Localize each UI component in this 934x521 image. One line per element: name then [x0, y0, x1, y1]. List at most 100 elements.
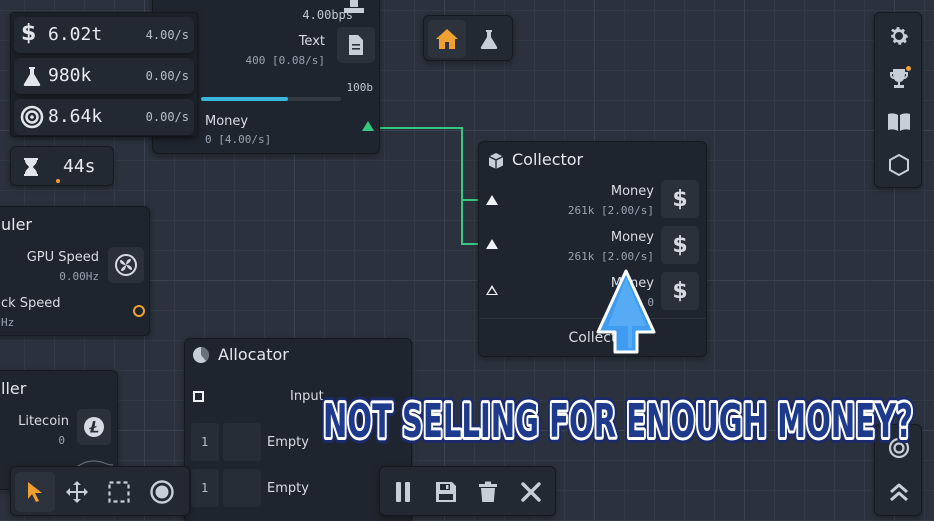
gpu-speed-sub: 0.00Hz: [59, 270, 99, 283]
fan-icon: [115, 254, 137, 276]
connection-wire: [461, 127, 463, 244]
input-port-1[interactable]: [486, 195, 498, 205]
connection-wire: [380, 127, 463, 129]
timer-indicator: [56, 179, 60, 183]
progress-bar: [201, 97, 341, 101]
research-rate: 0.00/s: [145, 69, 189, 83]
hourglass-icon: [23, 157, 39, 181]
save-button[interactable]: [426, 472, 466, 512]
view-toolbar: [423, 15, 513, 61]
gear-icon: [891, 27, 909, 45]
input-port-square[interactable]: [193, 391, 204, 402]
litecoin-button[interactable]: [77, 409, 111, 445]
timer-panel: 44s: [10, 146, 114, 186]
move-tool-button[interactable]: [57, 472, 97, 512]
slot-box[interactable]: [223, 423, 261, 461]
litecoin-icon: [84, 417, 104, 437]
promo-banner: NOT SELLING FOR ENOUGH MONEY? NOT SELLIN…: [317, 388, 919, 454]
document-button[interactable]: [337, 27, 375, 63]
money-output-sub: 0 [4.00/s]: [205, 133, 272, 146]
box-icon: [487, 152, 505, 174]
dollar-icon: $: [672, 232, 688, 258]
home-button[interactable]: [428, 20, 466, 58]
output-port[interactable]: [362, 121, 374, 131]
side-toolbar: [874, 12, 922, 188]
ring-icon: [150, 480, 174, 504]
pause-button[interactable]: [383, 472, 423, 512]
select-tool-button[interactable]: [15, 472, 55, 512]
dollar-icon: $: [672, 278, 688, 304]
collector-title: Collector: [512, 150, 584, 169]
gpu-button[interactable]: [108, 247, 144, 283]
size-label: 100b: [346, 81, 374, 94]
collector-row-sub: 261k [2.00/s]: [567, 204, 654, 217]
notification-dot: [906, 66, 911, 71]
dollar-icon: $: [672, 186, 688, 212]
progress-fill: [201, 97, 288, 101]
lab-button[interactable]: [470, 20, 508, 58]
sell-button[interactable]: $: [661, 272, 699, 310]
action-toolbar: [379, 466, 556, 516]
marquee-select-icon: [108, 481, 130, 503]
home-icon: [436, 29, 458, 49]
target-rate: 0.00/s: [145, 110, 189, 124]
close-button[interactable]: [511, 472, 551, 512]
collector-node[interactable]: Collector Money 261k [2.00/s] $ Money 26…: [478, 141, 707, 357]
money-rate: 4.00/s: [145, 28, 189, 42]
marquee-tool-button[interactable]: [99, 472, 139, 512]
miner-title: ller: [1, 379, 27, 398]
clock-speed-sub: Hz: [1, 316, 15, 329]
cursor-icon: [28, 482, 42, 502]
stamp-icon: [341, 0, 367, 21]
collect-button[interactable]: Collect: [479, 318, 706, 356]
money-output-label: Money: [205, 114, 249, 129]
allocator-row: 1 Empty: [191, 469, 407, 507]
prestige-button[interactable]: [880, 146, 918, 184]
collector-row-label: Money: [610, 184, 654, 199]
input-port-2[interactable]: [486, 239, 498, 249]
settings-button[interactable]: [880, 17, 918, 55]
delete-button[interactable]: [468, 472, 508, 512]
arrow-up-icon: [596, 269, 656, 354]
trash-icon: [479, 481, 497, 502]
money-value: 6.02t: [48, 24, 103, 45]
litecoin-label: Litecoin: [18, 414, 69, 429]
slot-box[interactable]: [223, 469, 261, 507]
flask-icon: [480, 30, 498, 49]
resource-row-target: 8.64k 0.00/s: [14, 99, 194, 135]
guide-button[interactable]: [880, 103, 918, 141]
flask-icon: [21, 65, 43, 91]
resource-row-research: 980k 0.00/s: [14, 58, 194, 94]
promo-banner-text: NOT SELLING FOR ENOUGH MONEY?: [323, 394, 913, 448]
litecoin-sub: 0: [58, 434, 65, 447]
sell-button[interactable]: $: [661, 180, 699, 218]
clock-port[interactable]: [133, 305, 145, 317]
move-icon: [66, 481, 88, 503]
gpu-speed-label: GPU Speed: [26, 250, 99, 265]
achievements-button[interactable]: [880, 60, 918, 98]
close-icon: [521, 482, 541, 502]
allocator-row-count: 1: [201, 435, 209, 449]
document-icon: [349, 35, 363, 55]
scheduler-title: uler: [1, 215, 33, 234]
allocator-row-label: Empty: [267, 481, 309, 496]
clock-speed-label: ck Speed: [1, 296, 61, 311]
target-icon: [20, 105, 44, 133]
research-value: 980k: [48, 65, 92, 86]
text-sub: 400 [0.08/s]: [245, 54, 325, 67]
circle-tool-button[interactable]: [142, 472, 182, 512]
collector-row-sub: 261k [2.00/s]: [567, 250, 654, 263]
allocator-title: Allocator: [218, 345, 289, 364]
collector-row-label: Money: [610, 230, 654, 245]
target-value: 8.64k: [48, 106, 103, 127]
timer-value: 44s: [63, 156, 96, 177]
resource-row-money: $ 6.02t 4.00/s: [14, 17, 194, 53]
allocator-row-label: Empty: [267, 435, 309, 450]
scheduler-node[interactable]: uler GPU Speed 0.00Hz ck Speed Hz: [0, 206, 150, 336]
sell-button[interactable]: $: [661, 226, 699, 264]
dollar-icon: $: [21, 21, 37, 46]
upgrade-button[interactable]: [880, 473, 918, 511]
tool-toolbar: [10, 466, 190, 516]
pie-chart-icon: [192, 346, 210, 368]
input-port-3-hollow: [488, 288, 496, 294]
